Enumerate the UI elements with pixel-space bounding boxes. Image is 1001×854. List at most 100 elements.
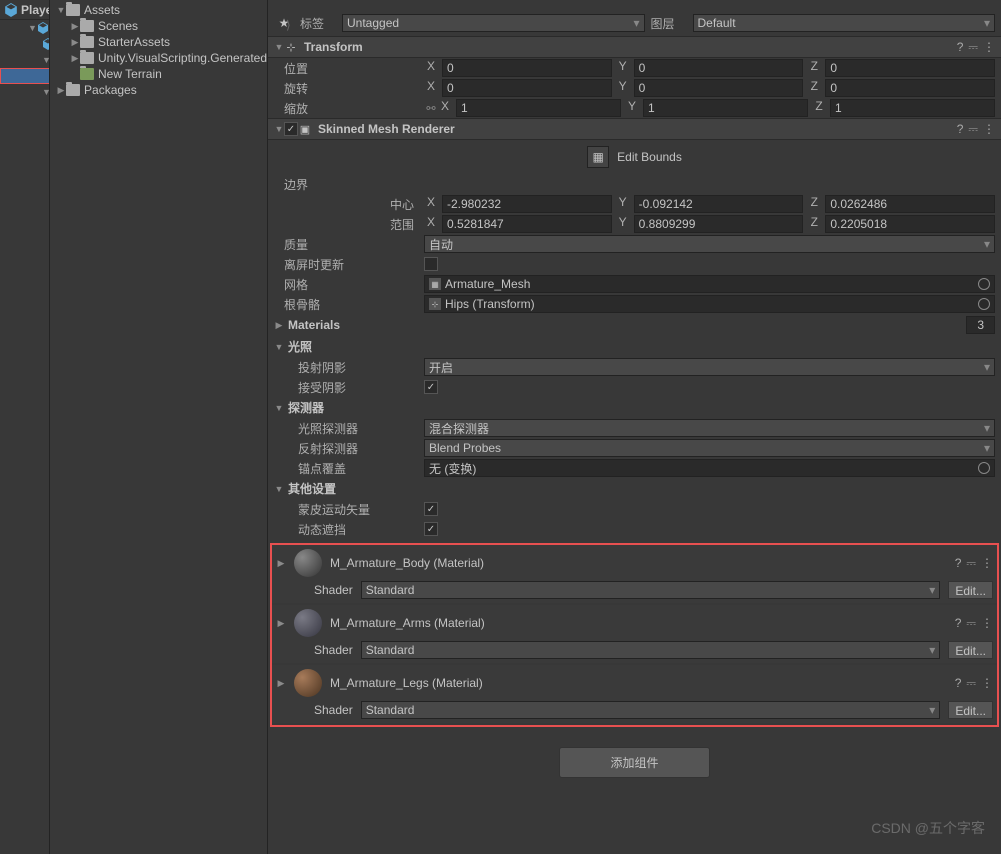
- hierarchy-item[interactable]: Left_Thuml: [0, 660, 50, 676]
- hierarchy-item[interactable]: Right_Shoulder: [0, 804, 50, 820]
- hierarchy-item[interactable]: Armature_Mesh: [0, 68, 50, 84]
- picker-icon[interactable]: [978, 278, 990, 290]
- edit-button[interactable]: Edit...: [948, 701, 993, 719]
- hierarchy-item[interactable]: Left_Pinkyl: [0, 532, 50, 548]
- foldout-icon[interactable]: [42, 87, 50, 97]
- hierarchy-item[interactable]: Left_RingPro:: [0, 580, 50, 596]
- preset-icon[interactable]: ⎓: [966, 556, 976, 571]
- hierarchy-item[interactable]: PlayerCameraRoot: [0, 36, 49, 52]
- hierarchy-item[interactable]: Neck_Twist_A: [0, 788, 50, 804]
- menu-icon[interactable]: ⋮: [981, 556, 993, 571]
- hierarchy-item[interactable]: Right_ToesEnd: [0, 260, 50, 276]
- lightprobe-dropdown[interactable]: 混合探测器: [424, 419, 995, 437]
- rot-x[interactable]: [442, 79, 612, 97]
- hierarchy-item[interactable]: Right_UpperArm: [0, 820, 50, 836]
- hierarchy-item[interactable]: PlayerArmature: [0, 20, 49, 36]
- picker-icon[interactable]: [978, 298, 990, 310]
- smr-enabled-checkbox[interactable]: [284, 122, 298, 136]
- foldout-icon[interactable]: [274, 403, 284, 413]
- pos-z[interactable]: [825, 59, 995, 77]
- foldout-icon[interactable]: [70, 53, 80, 63]
- hierarchy-item[interactable]: Left_Mic: [0, 484, 50, 500]
- hierarchy-item[interactable]: Left_Thu: [0, 676, 50, 692]
- foldout-icon[interactable]: [276, 618, 286, 628]
- extent-z[interactable]: [825, 215, 995, 233]
- hierarchy-item[interactable]: Jaw: [0, 740, 50, 756]
- hierarchy-item[interactable]: Left_UpperArm: [0, 340, 50, 356]
- quality-dropdown[interactable]: 自动: [424, 235, 995, 253]
- root-field[interactable]: ⊹Hips (Transform): [424, 295, 995, 313]
- hierarchy-item[interactable]: Right_Toes: [0, 244, 50, 260]
- foldout-icon[interactable]: [42, 55, 50, 65]
- resize-handle[interactable]: [286, 18, 296, 40]
- hierarchy-item[interactable]: Geometry: [0, 52, 49, 68]
- menu-icon[interactable]: ⋮: [981, 676, 993, 691]
- hierarchy-item[interactable]: Left_Ri: [0, 628, 50, 644]
- preset-icon[interactable]: ⎓: [968, 122, 978, 137]
- hierarchy-item[interactable]: Left_LowerArm: [0, 356, 50, 372]
- preset-icon[interactable]: ⎓: [966, 676, 976, 691]
- preset-icon[interactable]: ⎓: [966, 616, 976, 631]
- hierarchy-item[interactable]: Left_Indexl: [0, 404, 50, 420]
- preset-icon[interactable]: ⎓: [968, 40, 978, 55]
- hierarchy-item[interactable]: Left_P: [0, 564, 50, 580]
- help-icon[interactable]: ?: [957, 122, 964, 137]
- hierarchy-item[interactable]: Left_Middl: [0, 468, 50, 484]
- hierarchy-item[interactable]: Left_Toes: [0, 164, 50, 180]
- foldout-icon[interactable]: [56, 5, 66, 15]
- project-item[interactable]: Scenes: [50, 18, 267, 34]
- help-icon[interactable]: ?: [955, 616, 962, 631]
- hierarchy-item[interactable]: Left_LowerLeg: [0, 132, 50, 148]
- mesh-field[interactable]: ▦Armature_Mesh: [424, 275, 995, 293]
- foldout-icon[interactable]: [274, 42, 284, 52]
- menu-icon[interactable]: ⋮: [981, 616, 993, 631]
- hierarchy-item[interactable]: Left_Shoulder: [0, 324, 50, 340]
- foldout-icon[interactable]: [276, 678, 286, 688]
- hierarchy-item[interactable]: Chest: [0, 292, 50, 308]
- edit-button[interactable]: Edit...: [948, 641, 993, 659]
- add-component-button[interactable]: 添加组件: [559, 747, 709, 778]
- smr-header[interactable]: ▣ Skinned Mesh Renderer ?⎓⋮: [268, 118, 1001, 140]
- cast-dropdown[interactable]: 开启: [424, 358, 995, 376]
- project-item[interactable]: StarterAssets: [50, 34, 267, 50]
- foldout-icon[interactable]: [274, 484, 284, 494]
- hierarchy-item[interactable]: Spine: [0, 276, 50, 292]
- picker-icon[interactable]: [978, 462, 990, 474]
- hierarchy-item[interactable]: Right_Foot: [0, 228, 50, 244]
- shader-dropdown[interactable]: Standard: [361, 641, 941, 659]
- hierarchy-item[interactable]: Left_Eye: [0, 756, 50, 772]
- foldout-icon[interactable]: [70, 21, 80, 31]
- recv-checkbox[interactable]: [424, 380, 438, 394]
- hierarchy-item[interactable]: Left_Pink: [0, 548, 50, 564]
- hierarchy-item[interactable]: Left_M: [0, 500, 50, 516]
- hierarchy-item[interactable]: Left_Hand: [0, 372, 50, 388]
- pos-y[interactable]: [634, 59, 804, 77]
- foldout-icon[interactable]: [276, 558, 286, 568]
- scale-x[interactable]: [456, 99, 621, 117]
- menu-icon[interactable]: ⋮: [983, 122, 995, 137]
- hierarchy-item[interactable]: Head: [0, 724, 50, 740]
- hierarchy-item[interactable]: Left_Foot: [0, 148, 50, 164]
- hierarchy-item[interactable]: Left_Ring: [0, 612, 50, 628]
- reflprobe-dropdown[interactable]: Blend Probes: [424, 439, 995, 457]
- project-item[interactable]: Packages: [50, 82, 267, 98]
- tag-dropdown[interactable]: Untagged: [342, 14, 645, 32]
- help-icon[interactable]: ?: [955, 556, 962, 571]
- hierarchy-item[interactable]: Left_In: [0, 436, 50, 452]
- foldout-icon[interactable]: [56, 85, 66, 95]
- hierarchy-item[interactable]: Left_RingI: [0, 596, 50, 612]
- foldout-icon[interactable]: [28, 23, 37, 33]
- hierarchy-item[interactable]: Neck: [0, 708, 50, 724]
- foldout-icon[interactable]: [70, 37, 80, 47]
- link-icon[interactable]: ⚯: [424, 101, 438, 115]
- help-icon[interactable]: ?: [957, 40, 964, 55]
- hierarchy-item[interactable]: Right_LowerLeg: [0, 212, 50, 228]
- hierarchy-item[interactable]: UpperChest: [0, 308, 50, 324]
- project-item[interactable]: Unity.VisualScripting.Generated: [50, 50, 267, 66]
- hierarchy-item[interactable]: Skeleton: [0, 84, 49, 100]
- rot-z[interactable]: [825, 79, 995, 97]
- center-y[interactable]: [634, 195, 804, 213]
- anchor-field[interactable]: 无 (变换): [424, 459, 995, 477]
- hierarchy-item[interactable]: Right_Eye: [0, 772, 50, 788]
- hierarchy-item[interactable]: Left_ToesEnd: [0, 180, 50, 196]
